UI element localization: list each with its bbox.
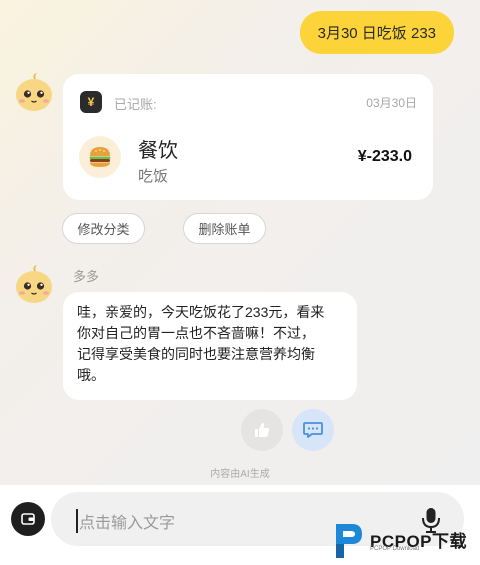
message-icon xyxy=(303,422,323,438)
record-amount: ¥-233.0 xyxy=(357,148,412,165)
pcpop-logo-icon xyxy=(336,524,362,558)
bot-message-line: 记得享受美食的同时也要注意营养均衡 xyxy=(77,346,315,362)
record-status: 已记账: xyxy=(114,97,157,112)
user-message-bubble: 3月30 日吃饭 233 xyxy=(299,11,454,54)
bot-avatar-icon[interactable] xyxy=(15,72,53,112)
hamburger-icon xyxy=(79,136,121,178)
edit-category-button[interactable]: 修改分类 xyxy=(62,213,145,244)
text-caret xyxy=(76,509,78,533)
ai-generated-note: 内容由AI生成 xyxy=(210,469,270,480)
user-message-text: 3月30 日吃饭 233 xyxy=(317,25,436,42)
delete-record-label: 删除账单 xyxy=(198,222,251,237)
edit-category-label: 修改分类 xyxy=(77,222,130,237)
input-placeholder: 点击输入文字 xyxy=(79,515,176,532)
bot-message-line: 哇，亲爱的，今天吃饭花了233元，看来 xyxy=(77,304,325,320)
record-date: 03月30日 xyxy=(366,96,417,110)
delete-record-button[interactable]: 删除账单 xyxy=(183,213,266,244)
like-button[interactable] xyxy=(241,409,283,451)
watermark-subtitle: PCPOP Download xyxy=(370,546,420,552)
bookkeeping-card[interactable]: ¥ 已记账: 03月30日 餐饮 吃饭 ¥-233.0 xyxy=(63,74,433,200)
category-name: 餐饮 xyxy=(138,140,178,162)
subcategory-name: 吃饭 xyxy=(138,168,169,185)
bot-message-bubble: 哇，亲爱的，今天吃饭花了233元，看来 你对自己的胃一点也不吝啬嘛！不过， 记得… xyxy=(63,292,357,400)
bot-message-line: 哦。 xyxy=(77,367,105,383)
wallet-icon xyxy=(21,513,35,525)
comment-button[interactable] xyxy=(292,409,334,451)
bot-message-line: 你对自己的胃一点也不吝啬嘛！不过， xyxy=(77,325,315,341)
wallet-button[interactable] xyxy=(11,502,45,536)
ledger-icon: ¥ xyxy=(80,91,102,113)
bot-avatar-icon[interactable] xyxy=(15,264,53,304)
thumbs-up-icon xyxy=(255,422,270,437)
bot-name: 多多 xyxy=(73,269,100,284)
